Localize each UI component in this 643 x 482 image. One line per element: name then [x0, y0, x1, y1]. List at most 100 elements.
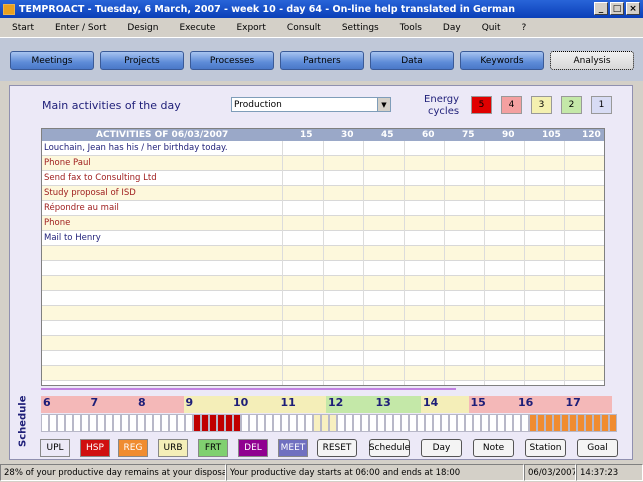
schedule-slot[interactable] — [441, 414, 449, 432]
schedule-slot[interactable] — [73, 414, 81, 432]
menu-item-quit[interactable]: Quit — [470, 23, 510, 33]
schedule-slot[interactable] — [241, 414, 249, 432]
schedule-slot[interactable] — [281, 414, 289, 432]
menu-item-start[interactable]: Start — [0, 23, 43, 33]
schedule-slot[interactable] — [57, 414, 65, 432]
schedule-slot[interactable] — [609, 414, 617, 432]
menu-item-export[interactable]: Export — [224, 23, 274, 33]
menu-item-tools[interactable]: Tools — [388, 23, 431, 33]
schedule-slot[interactable] — [225, 414, 233, 432]
schedule-slot[interactable] — [529, 414, 537, 432]
reset-button[interactable]: RESET — [317, 439, 357, 457]
schedule-slot[interactable] — [89, 414, 97, 432]
schedule-slot[interactable] — [481, 414, 489, 432]
schedule-slot[interactable] — [425, 414, 433, 432]
note-button[interactable]: Note — [473, 439, 514, 457]
schedule-slot[interactable] — [553, 414, 561, 432]
schedule-slot[interactable] — [305, 414, 313, 432]
maximize-button[interactable]: □ — [610, 2, 624, 15]
schedule-slot[interactable] — [577, 414, 585, 432]
schedule-slot[interactable] — [337, 414, 345, 432]
schedule-slot[interactable] — [129, 414, 137, 432]
schedule-slot[interactable] — [297, 414, 305, 432]
minimize-button[interactable]: _ — [594, 2, 608, 15]
menu-item-day[interactable]: Day — [431, 23, 470, 33]
schedule-slot[interactable] — [401, 414, 409, 432]
schedule-slot[interactable] — [345, 414, 353, 432]
goal-button[interactable]: Goal — [577, 439, 618, 457]
energy-cycle-4[interactable]: 4 — [501, 96, 522, 114]
schedule-slot[interactable] — [601, 414, 609, 432]
category-upl-button[interactable]: UPL — [40, 439, 70, 457]
schedule-slot[interactable] — [313, 414, 321, 432]
schedule-button[interactable]: Schedule — [369, 439, 410, 457]
schedule-slot[interactable] — [497, 414, 505, 432]
schedule-slot[interactable] — [265, 414, 273, 432]
schedule-slot[interactable] — [521, 414, 529, 432]
schedule-slot[interactable] — [457, 414, 465, 432]
schedule-slot[interactable] — [145, 414, 153, 432]
schedule-slot[interactable] — [137, 414, 145, 432]
tab-keywords[interactable]: Keywords — [460, 51, 544, 70]
menu-item-design[interactable]: Design — [115, 23, 167, 33]
schedule-slot[interactable] — [121, 414, 129, 432]
schedule-slot[interactable] — [561, 414, 569, 432]
schedule-slot[interactable] — [433, 414, 441, 432]
category-hsp-button[interactable]: HSP — [80, 439, 110, 457]
menu-item-execute[interactable]: Execute — [167, 23, 224, 33]
schedule-slot[interactable] — [177, 414, 185, 432]
schedule-slot[interactable] — [273, 414, 281, 432]
category-del-button[interactable]: DEL — [238, 439, 268, 457]
schedule-slot[interactable] — [465, 414, 473, 432]
schedule-slot[interactable] — [41, 414, 49, 432]
tab-meetings[interactable]: Meetings — [10, 51, 94, 70]
tab-partners[interactable]: Partners — [280, 51, 364, 70]
category-frt-button[interactable]: FRT — [198, 439, 228, 457]
category-meet-button[interactable]: MEET — [278, 439, 308, 457]
schedule-slot[interactable] — [585, 414, 593, 432]
schedule-slot[interactable] — [353, 414, 361, 432]
schedule-slot[interactable] — [505, 414, 513, 432]
schedule-slot[interactable] — [49, 414, 57, 432]
schedule-slot[interactable] — [153, 414, 161, 432]
close-button[interactable]: × — [626, 2, 640, 15]
schedule-slot[interactable] — [113, 414, 121, 432]
tab-projects[interactable]: Projects — [100, 51, 184, 70]
energy-cycle-3[interactable]: 3 — [531, 96, 552, 114]
schedule-slot[interactable] — [249, 414, 257, 432]
schedule-slot[interactable] — [105, 414, 113, 432]
schedule-slot[interactable] — [81, 414, 89, 432]
chevron-down-icon[interactable]: ▼ — [377, 98, 390, 111]
tab-analysis[interactable]: Analysis — [550, 51, 634, 70]
schedule-slot[interactable] — [233, 414, 241, 432]
schedule-slot[interactable] — [161, 414, 169, 432]
day-button[interactable]: Day — [421, 439, 462, 457]
category-urb-button[interactable]: URB — [158, 439, 188, 457]
schedule-slot[interactable] — [537, 414, 545, 432]
energy-cycle-5[interactable]: 5 — [471, 96, 492, 114]
schedule-slot[interactable] — [409, 414, 417, 432]
schedule-slot[interactable] — [489, 414, 497, 432]
schedule-slot[interactable] — [393, 414, 401, 432]
schedule-slot[interactable] — [97, 414, 105, 432]
schedule-slot[interactable] — [593, 414, 601, 432]
schedule-slot[interactable] — [289, 414, 297, 432]
menu-item--[interactable]: ? — [510, 23, 536, 33]
schedule-slot[interactable] — [377, 414, 385, 432]
schedule-slot[interactable] — [329, 414, 337, 432]
menu-item-settings[interactable]: Settings — [330, 23, 388, 33]
schedule-slot[interactable] — [449, 414, 457, 432]
energy-cycle-1[interactable]: 1 — [591, 96, 612, 114]
tab-data[interactable]: Data — [370, 51, 454, 70]
schedule-slot[interactable] — [217, 414, 225, 432]
schedule-slot[interactable] — [385, 414, 393, 432]
category-reg-button[interactable]: REG — [118, 439, 148, 457]
schedule-slot[interactable] — [545, 414, 553, 432]
menu-item-consult[interactable]: Consult — [275, 23, 330, 33]
schedule-slot[interactable] — [569, 414, 577, 432]
energy-cycle-2[interactable]: 2 — [561, 96, 582, 114]
tab-processes[interactable]: Processes — [190, 51, 274, 70]
schedule-slot[interactable] — [473, 414, 481, 432]
schedule-slot[interactable] — [201, 414, 209, 432]
schedule-slot[interactable] — [209, 414, 217, 432]
